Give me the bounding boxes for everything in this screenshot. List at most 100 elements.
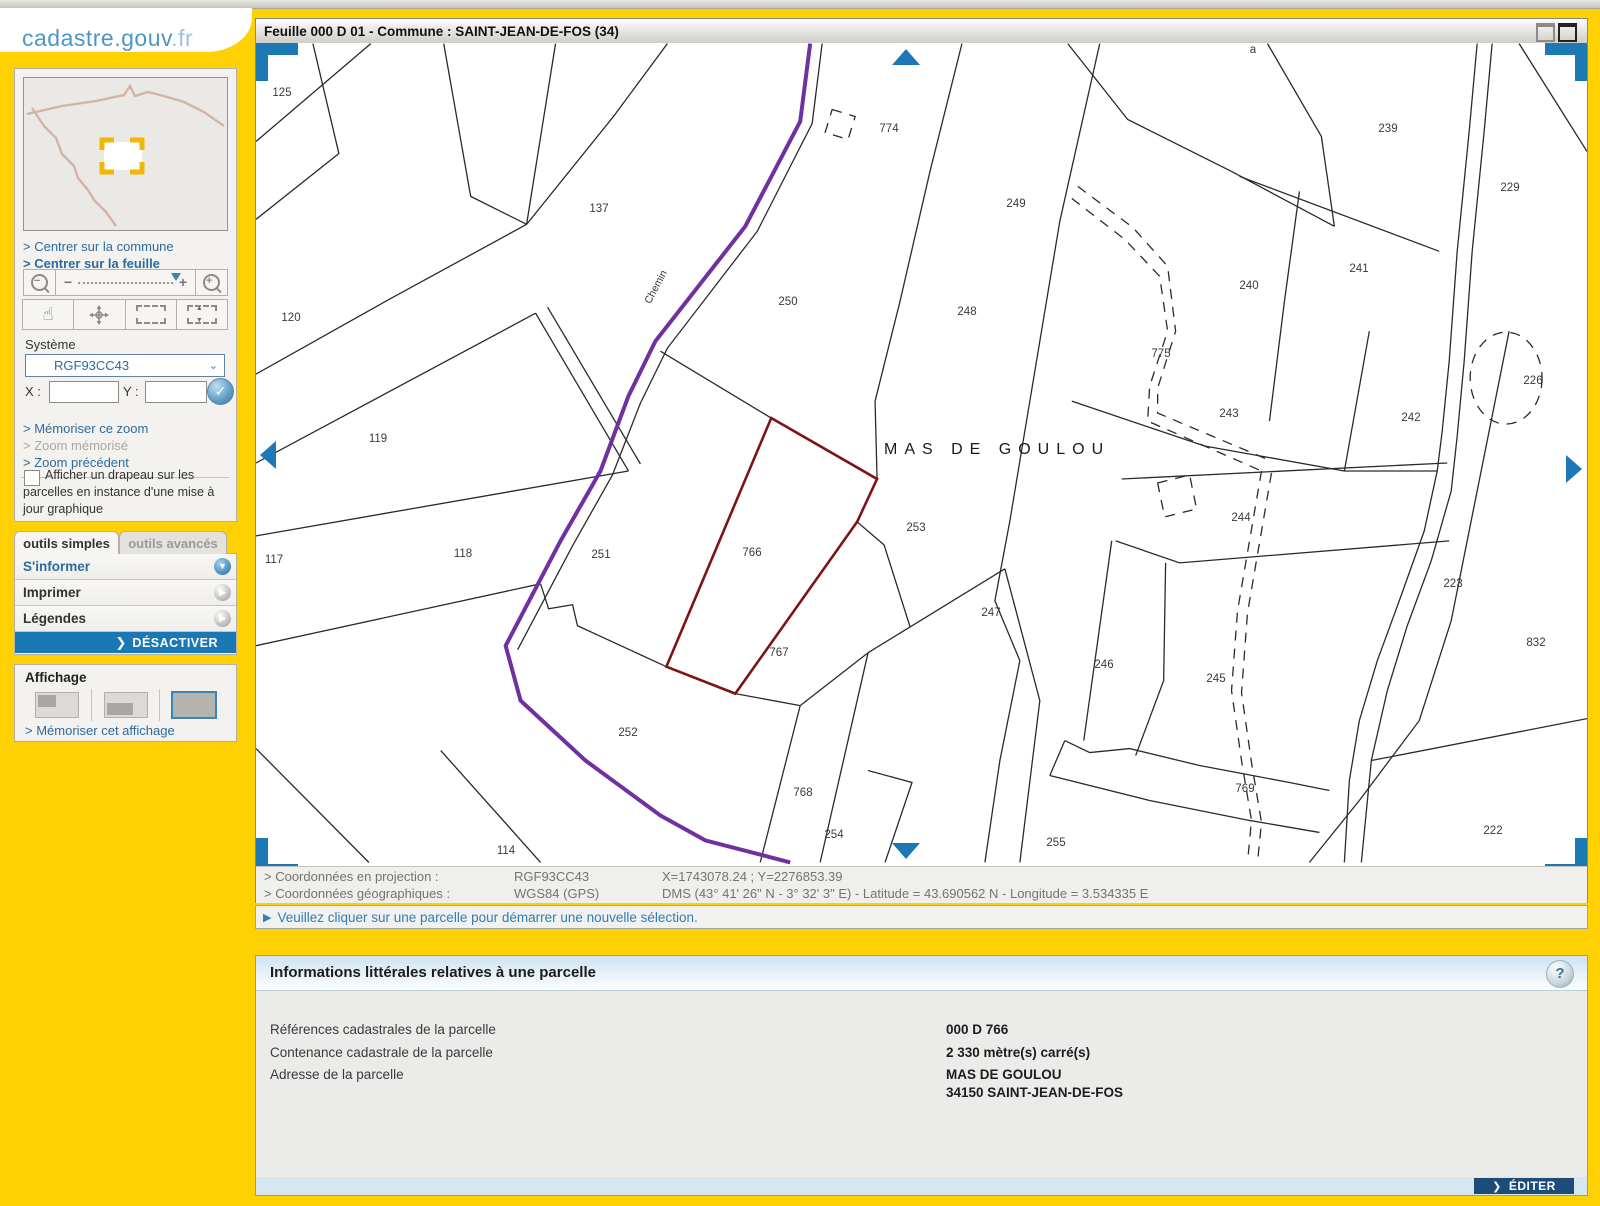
extent-tool[interactable] (176, 299, 228, 330)
parcel-label-250[interactable]: 250 (778, 296, 797, 308)
parcel-label-114[interactable]: 114 (497, 845, 515, 857)
adresse-label: Adresse de la parcelle (270, 1067, 404, 1082)
parcel-label-120[interactable]: 120 (281, 312, 300, 324)
zoom-box-tool[interactable] (125, 299, 177, 330)
pan-south-arrow[interactable] (892, 843, 920, 859)
parcel-label-242[interactable]: 242 (1401, 412, 1420, 424)
tab-outils-avances[interactable]: outils avancés (119, 531, 227, 554)
tab-outils-simples[interactable]: outils simples (14, 531, 119, 554)
cadastral-map-canvas[interactable]: 125 137 774 249 a 239 229 240 241 250 248 775 243 242… (256, 43, 1587, 866)
parcel-label-774[interactable]: 774 (879, 123, 898, 135)
map-corner-bracket-br[interactable] (1545, 838, 1587, 866)
parcel-label-245[interactable]: 245 (1206, 673, 1225, 685)
parcel-label-766[interactable]: 766 (742, 547, 761, 559)
parcel-label-243[interactable]: 243 (1219, 408, 1238, 420)
layout-option-full-map[interactable] (160, 689, 228, 721)
map-title: Feuille 000 D 01 - Commune : SAINT-JEAN-… (264, 24, 619, 39)
parcel-label-249[interactable]: 249 (1006, 198, 1025, 210)
center-commune-link[interactable]: > Centrer sur la commune (23, 239, 174, 254)
x-coordinate-input[interactable] (49, 381, 119, 403)
parcel-label-117[interactable]: 117 (265, 554, 283, 566)
memorize-layout-link[interactable]: > Mémoriser cet affichage (25, 723, 175, 738)
parcel-label-223[interactable]: 223 (1443, 578, 1462, 590)
parcel-label-767[interactable]: 767 (769, 647, 788, 659)
map-window: Feuille 000 D 01 - Commune : SAINT-JEAN-… (255, 18, 1588, 903)
parcel-label-137[interactable]: 137 (589, 203, 608, 215)
system-select[interactable]: RGF93CC43 ⌄ (25, 354, 225, 377)
chevron-down-icon: ⌄ (209, 359, 218, 372)
parcel-label-118[interactable]: 118 (454, 548, 472, 560)
parcel-label-768[interactable]: 768 (793, 787, 812, 799)
map-corner-bracket-bl[interactable] (256, 838, 298, 866)
parcel-label-254[interactable]: 254 (824, 829, 843, 841)
menu-item-imprimer[interactable]: Imprimer (15, 580, 236, 606)
slider-plus-label[interactable]: + (179, 274, 187, 290)
parcel-label-253[interactable]: 253 (906, 522, 925, 534)
pan-north-arrow[interactable] (892, 49, 920, 65)
menu-item-sinformer[interactable]: S'informer (15, 554, 236, 580)
parcel-label-241[interactable]: 241 (1349, 263, 1368, 275)
map-corner-bracket-tl[interactable] (256, 43, 298, 81)
x-label: X : (25, 384, 41, 399)
validate-coordinates-button[interactable]: ✓ (207, 378, 234, 405)
instruction-message: Veuillez cliquer sur une parcelle pour d… (277, 910, 697, 925)
parcel-label-244[interactable]: 244 (1231, 512, 1250, 524)
editer-button[interactable]: ❯ ÉDITER (1474, 1178, 1574, 1194)
parcel-label-775[interactable]: 775 (1151, 348, 1170, 360)
parcel-label-125[interactable]: 125 (272, 87, 291, 99)
parcel-label-240[interactable]: 240 (1239, 280, 1258, 292)
crosshair-icon (89, 305, 109, 325)
zoom-in-button[interactable]: + (195, 269, 228, 296)
menu-item-legendes[interactable]: Légendes (15, 606, 236, 632)
parcel-label-226[interactable]: 226 (1523, 375, 1542, 387)
parcel-label-248[interactable]: 248 (957, 306, 976, 318)
pan-west-arrow[interactable] (260, 441, 276, 469)
pan-east-arrow[interactable] (1566, 455, 1582, 483)
slider-minus-label[interactable]: − (64, 274, 72, 290)
center-tool[interactable] (73, 299, 125, 330)
layout-option-bottom-panel[interactable] (92, 689, 161, 721)
expand-arrow-icon[interactable] (214, 584, 231, 601)
parcel-label-247[interactable]: 247 (981, 607, 1000, 619)
info-panel-title: Informations littérales relatives à une … (270, 964, 596, 981)
desactiver-label: DÉSACTIVER (132, 636, 218, 650)
parcel-label-239[interactable]: 239 (1378, 123, 1397, 135)
y-coordinate-input[interactable] (145, 381, 207, 403)
parcel-label-119[interactable]: 119 (369, 433, 387, 445)
zoom-slider[interactable]: − + (56, 269, 195, 296)
projection-coords-label: > Coordonnées en projection : (264, 869, 439, 884)
parcel-label-246[interactable]: 246 (1094, 659, 1113, 671)
map-corner-bracket-tr[interactable] (1545, 43, 1587, 81)
parcel-label-255[interactable]: 255 (1046, 837, 1065, 849)
adresse-value-line2: 34150 SAINT-JEAN-DE-FOS (946, 1085, 1123, 1100)
expand-arrow-icon[interactable] (214, 610, 231, 627)
desactiver-button[interactable]: ❯ DÉSACTIVER (15, 632, 236, 653)
help-button[interactable]: ? (1546, 960, 1574, 988)
collapse-arrow-icon[interactable] (214, 558, 231, 575)
window-restore-icon[interactable] (1536, 23, 1555, 42)
site-logo[interactable]: cadastre.gouv.fr (22, 25, 193, 52)
parcel-label-832[interactable]: 832 (1526, 637, 1545, 649)
memorize-zoom-link[interactable]: > Mémoriser ce zoom (23, 421, 148, 436)
parcel-label-251[interactable]: 251 (591, 549, 610, 561)
slider-track[interactable] (78, 282, 173, 284)
overview-minimap[interactable] (23, 77, 228, 231)
flag-label-text: Afficher un drapeau sur les parcelles en… (23, 468, 214, 516)
parcel-label-769[interactable]: 769 (1235, 783, 1254, 795)
chevron-right-icon: ❯ (116, 635, 127, 651)
parcel-label-252[interactable]: 252 (618, 727, 637, 739)
layout-option-left-panel[interactable] (23, 689, 92, 721)
window-maximize-icon[interactable] (1558, 23, 1577, 42)
parcel-label-a[interactable]: a (1250, 44, 1256, 56)
extent-rectangle-icon (187, 305, 217, 324)
magnifier-plus-icon: + (203, 274, 220, 291)
map-tools-row: ☝ (23, 299, 228, 330)
system-label: Système (25, 337, 76, 352)
parcel-label-229[interactable]: 229 (1500, 182, 1519, 194)
map-tools-panel: > Centrer sur la commune > Centrer sur l… (14, 68, 237, 522)
parcel-label-222[interactable]: 222 (1483, 825, 1502, 837)
instruction-message-bar: Veuillez cliquer sur une parcelle pour d… (255, 905, 1588, 929)
pan-hand-tool[interactable]: ☝ (22, 299, 74, 330)
memorized-zoom-link: > Zoom mémorisé (23, 438, 128, 453)
zoom-out-button[interactable]: − (23, 269, 56, 296)
